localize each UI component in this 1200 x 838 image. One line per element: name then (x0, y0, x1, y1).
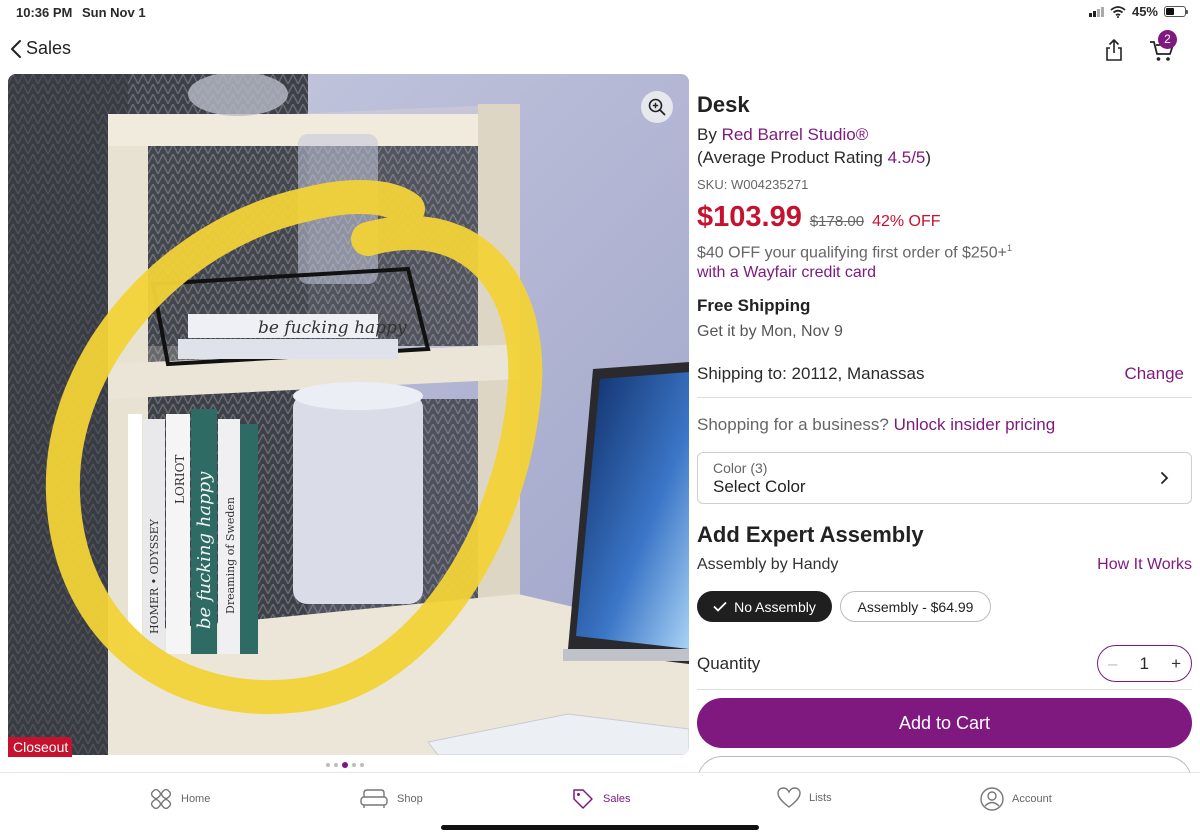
rating-link[interactable]: 4.5/5 (888, 148, 926, 167)
change-location-button[interactable]: Change (1124, 364, 1184, 384)
pagination-dot[interactable] (334, 763, 338, 767)
battery-icon (1164, 6, 1188, 17)
product-image[interactable]: be fucking happy HOMER • ODYSSEY LORIOT … (8, 74, 689, 755)
back-button[interactable]: Sales (10, 38, 71, 59)
insider-pricing-link[interactable]: Unlock insider pricing (894, 415, 1056, 434)
original-price: $178.00 (809, 213, 865, 230)
delivery-estimate: Get it by Mon, Nov 9 (697, 323, 843, 341)
add-to-cart-button[interactable]: Add to Cart (697, 698, 1192, 748)
price-row: $103.99 $178.00 42% OFF (697, 201, 1192, 234)
shipping-row: Shipping to: 20112, Manassas Change (697, 364, 1192, 398)
product-title: Desk (697, 92, 750, 117)
tab-lists-label: Lists (809, 792, 832, 804)
closeout-badge: Closeout (8, 737, 73, 757)
discount-label: 42% OFF (872, 213, 941, 230)
tab-account-label: Account (1012, 793, 1052, 805)
tab-lists[interactable]: Lists (777, 787, 832, 809)
tag-icon (573, 789, 593, 809)
color-select-label: Color (3) (713, 460, 768, 476)
heart-icon (777, 787, 801, 808)
quantity-label: Quantity (697, 654, 761, 673)
zoom-in-icon (648, 98, 666, 116)
quantity-stepper[interactable]: – 1 + (1097, 645, 1192, 682)
box-text: be fucking happy (258, 318, 407, 338)
assembly-option[interactable]: Assembly - $64.99 (840, 591, 991, 622)
color-select[interactable]: Color (3) Select Color (697, 452, 1192, 504)
tab-account[interactable]: Account (980, 787, 1052, 811)
product-details: Desk By Red Barrel Studio® (Average Prod… (697, 92, 1192, 341)
pagination-dot[interactable] (352, 763, 356, 767)
back-label: Sales (26, 38, 72, 58)
free-shipping: Free Shipping (697, 296, 811, 316)
business-pricing: Shopping for a business? Unlock insider … (697, 415, 1055, 435)
nav-bar: Sales (0, 28, 1200, 72)
home-icon (150, 788, 172, 810)
quantity-value: 1 (1139, 653, 1149, 673)
zoom-button[interactable] (641, 91, 673, 123)
sofa-icon (360, 789, 388, 808)
quantity-row: Quantity – 1 + (697, 645, 1192, 690)
decrease-quantity-button[interactable]: – (1108, 654, 1117, 674)
pagination-dot[interactable] (342, 762, 348, 768)
sale-price: $103.99 (697, 201, 802, 233)
increase-quantity-button[interactable]: + (1171, 654, 1181, 674)
product-page: 10:36 PM Sun Nov 1 45% Sales 2 be fuckin… (0, 0, 1200, 838)
checkmark-icon (713, 601, 727, 612)
rating-line: (Average Product Rating 4.5/5) (697, 148, 1192, 168)
rating-suffix: ) (925, 148, 932, 167)
status-bar: 10:36 PM Sun Nov 1 45% (0, 0, 1200, 24)
credit-card-link[interactable]: with a Wayfair credit card (697, 264, 1192, 282)
rating-prefix: (Average Product Rating (697, 148, 888, 167)
gallery-pagination[interactable] (326, 762, 364, 768)
tab-sales-label: Sales (603, 793, 631, 805)
assembly-provider: Assembly by Handy (697, 556, 839, 573)
how-it-works-link[interactable]: How It Works (1097, 556, 1192, 574)
color-select-value: Select Color (713, 477, 806, 496)
business-prompt: Shopping for a business? (697, 415, 894, 434)
status-date: Sun Nov 1 (82, 5, 146, 20)
pagination-dot[interactable] (326, 763, 330, 767)
account-icon (980, 787, 1004, 811)
cellular-signal-icon (1088, 6, 1104, 17)
brand-prefix: By (697, 125, 722, 144)
pagination-dot[interactable] (360, 763, 364, 767)
tab-shop-label: Shop (397, 793, 423, 805)
chevron-left-icon (11, 39, 21, 58)
promo-text: $40 OFF your qualifying first order of $… (697, 244, 1007, 262)
book-spine-1: HOMER • ODYSSEY (148, 518, 161, 634)
brand-line: By Red Barrel Studio® (697, 125, 1192, 145)
share-icon[interactable] (1103, 38, 1125, 62)
brand-link[interactable]: Red Barrel Studio® (722, 125, 869, 144)
cart-count-badge: 2 (1158, 30, 1177, 49)
book-spine-4: Dreaming of Sweden (224, 497, 237, 614)
battery-percent: 45% (1131, 4, 1158, 19)
assembly-option-label: Assembly - $64.99 (857, 598, 974, 615)
wifi-icon (1110, 5, 1126, 18)
promo-offer: $40 OFF your qualifying first order of $… (697, 243, 1192, 262)
no-assembly-option[interactable]: No Assembly (697, 591, 832, 622)
status-indicators: 45% (1088, 4, 1188, 19)
home-indicator (441, 825, 759, 830)
status-time: 10:36 PM (16, 5, 73, 20)
tab-shop[interactable]: Shop (359, 787, 423, 811)
sku: SKU: W004235271 (697, 177, 809, 192)
tab-sales[interactable]: Sales (571, 787, 631, 811)
book-spine-3: be fucking happy (194, 471, 215, 629)
shipping-location: Shipping to: 20112, Manassas (697, 364, 925, 383)
tab-home[interactable]: Home (149, 787, 210, 811)
book-spine-2: LORIOT (173, 455, 187, 504)
promo-footnote: 1 (1006, 243, 1012, 253)
tab-home-label: Home (181, 793, 211, 805)
chevron-right-icon (1161, 472, 1169, 484)
no-assembly-label: No Assembly (734, 598, 816, 615)
assembly-heading: Add Expert Assembly (697, 522, 924, 547)
product-photo-illustration: be fucking happy HOMER • ODYSSEY LORIOT … (8, 74, 689, 755)
